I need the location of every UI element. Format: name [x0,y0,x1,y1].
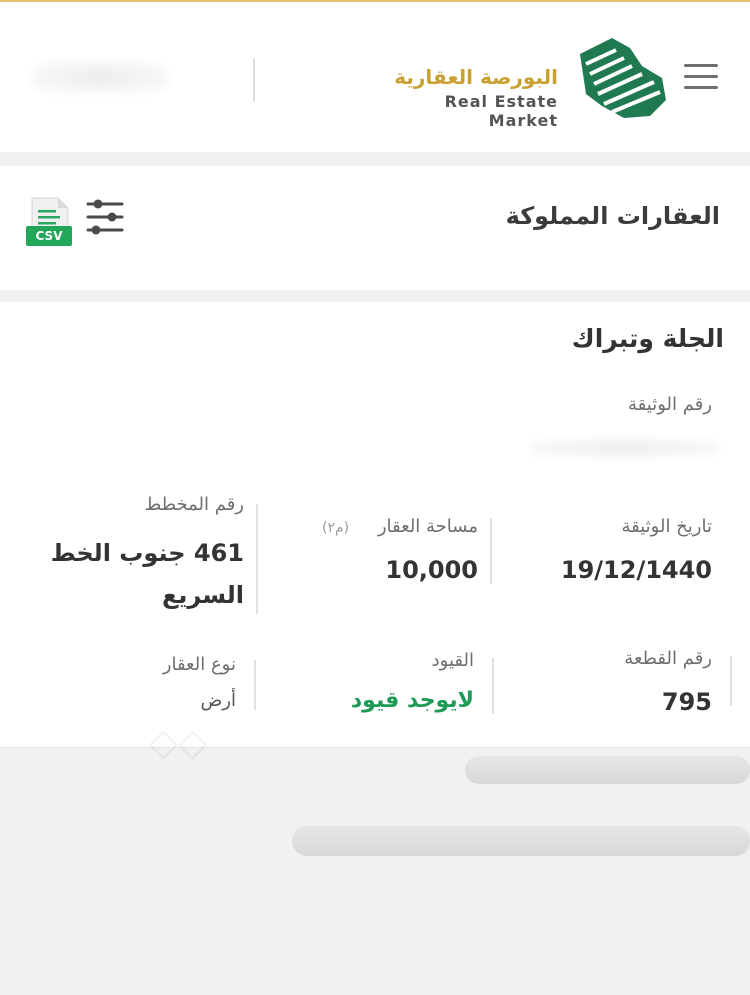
row-edge-divider [730,656,732,706]
app-header: البورصة العقارية Real Estate Market [0,2,750,152]
column-divider [256,504,258,614]
column-divider [492,658,494,714]
property-type-label: نوع العقار [162,654,236,675]
blurred-partner-logo [30,60,170,94]
logo-english-text: Real Estate Market [444,92,558,130]
logo-arabic-text: البورصة العقارية [394,65,558,89]
parcel-number-value: 795 [661,688,712,716]
property-title: الجلة وتبراك [571,324,724,353]
plan-number-label: رقم المخطط [144,494,244,515]
owned-properties-bar: العقارات المملوكة CSV [0,166,750,290]
document-date-value: 19/12/1440 [560,556,712,584]
parcel-number-label: رقم القطعة [624,648,712,669]
property-card[interactable]: الجلة وتبراك رقم الوثيقة تاريخ الوثيقة 1… [0,302,750,748]
csv-export-button[interactable]: CSV [24,196,74,250]
csv-label: CSV [35,229,63,243]
document-number-value-blurred [530,438,720,458]
menu-icon[interactable] [684,64,718,94]
filter-sliders-icon[interactable] [84,198,126,236]
area-label: مساحة العقار [377,516,478,537]
plan-number-value: 461 جنوب الخط السريع [50,539,244,609]
real-estate-market-logo-icon [580,38,666,118]
property-type-value: أرض [200,690,236,711]
header-divider [253,58,255,102]
restrictions-value: لايوجد قيود [350,688,474,713]
loading-placeholder-bar [465,756,750,784]
owned-properties-title: العقارات المملوكة [505,202,720,230]
area-value: 10,000 [385,556,478,584]
loading-placeholder-bar [292,826,750,856]
area-unit: (م٢) [322,520,350,536]
restrictions-label: القيود [431,650,474,671]
watermark-logo: ◇◇ [148,720,208,764]
document-number-label: رقم الوثيقة [628,394,712,415]
document-date-label: تاريخ الوثيقة [621,516,712,537]
column-divider [254,660,256,710]
column-divider [490,518,492,584]
